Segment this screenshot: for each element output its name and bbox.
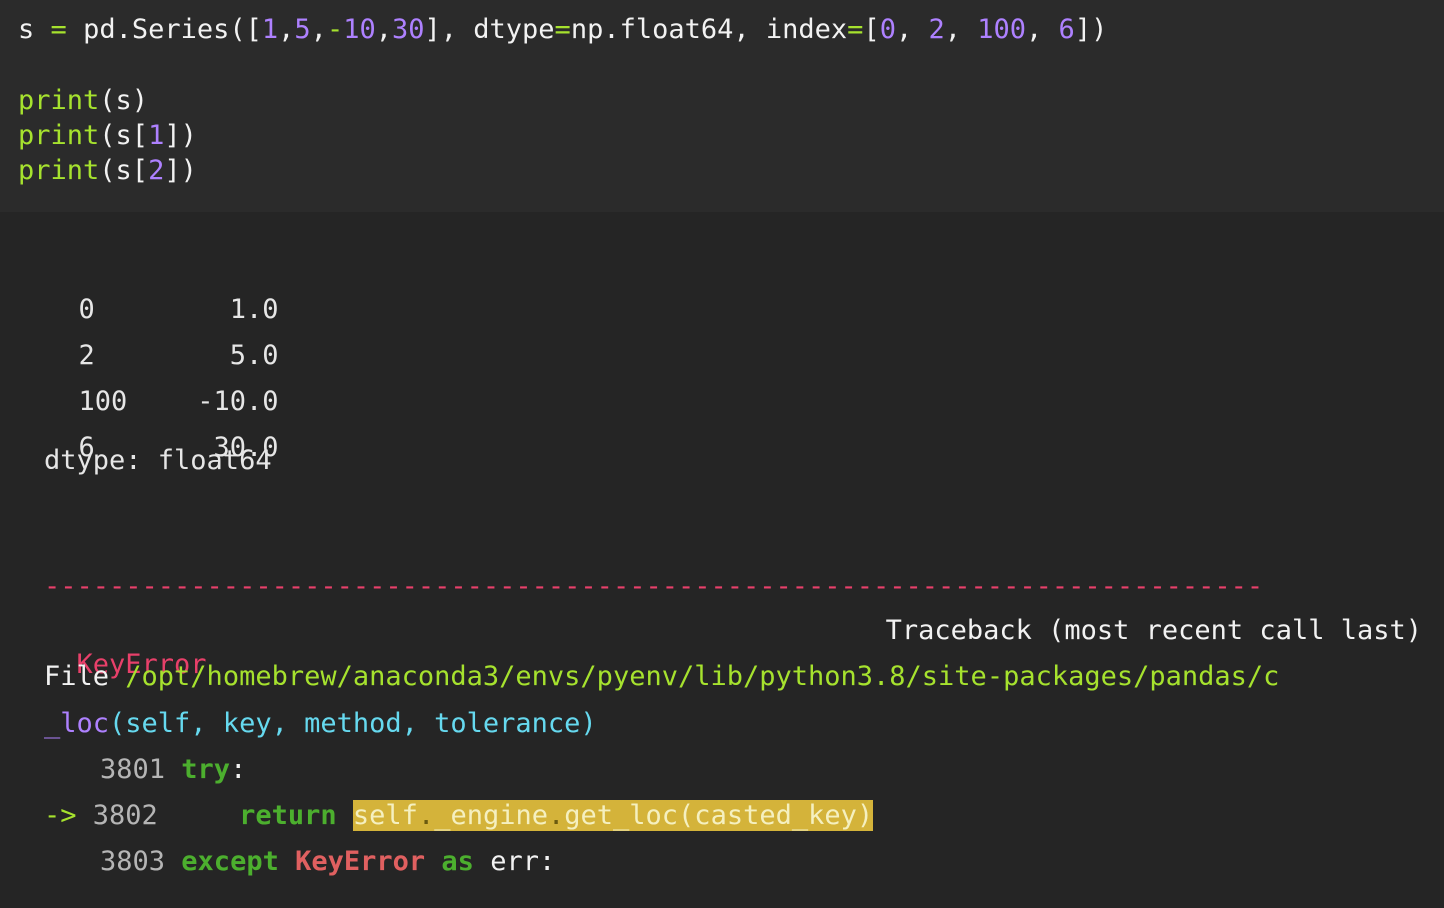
code-token: , xyxy=(944,14,978,45)
code-token: print xyxy=(18,155,100,186)
code-token: 5 xyxy=(294,14,311,45)
code-token: (s) xyxy=(99,85,149,116)
function-args: (self, key, method, tolerance) xyxy=(109,708,597,739)
code-token: 10 xyxy=(343,14,376,45)
code-token: get_loc(casted_key) xyxy=(564,800,874,831)
code-token: [ xyxy=(863,14,880,45)
source-line-3803: 3803 except KeyError as err: xyxy=(100,845,555,879)
code-token: , xyxy=(278,14,295,45)
code-token: ], dtype xyxy=(424,14,555,45)
code-cell[interactable]: s = pd.Series([1,5,-10,30], dtype=np.flo… xyxy=(0,0,1444,212)
code-line-4: print(s[2]) xyxy=(18,154,197,188)
code-token: (s[ xyxy=(99,120,149,151)
line-number: 3803 xyxy=(100,846,166,877)
traceback-header: Traceback (most recent call last) xyxy=(885,615,1422,646)
code-token: , xyxy=(375,14,392,45)
code-token: = xyxy=(50,14,67,45)
line-number: 3802 xyxy=(92,800,158,831)
code-token: 2 xyxy=(148,155,165,186)
code-token: = xyxy=(554,14,571,45)
code-token: , xyxy=(1026,14,1059,45)
line-number: 3801 xyxy=(100,754,166,785)
code-token: np.float64, index xyxy=(570,14,848,45)
code-token: (s[ xyxy=(99,155,149,186)
file-path-link[interactable]: /opt/homebrew/anaconda3/envs/pyenv/lib/p… xyxy=(125,661,1279,692)
code-token: _engine xyxy=(434,800,548,831)
code-token: print xyxy=(18,120,100,151)
code-token: return xyxy=(239,800,337,831)
code-token: print xyxy=(18,85,100,116)
code-token: 30 xyxy=(391,14,425,45)
code-token: self xyxy=(352,800,418,831)
code-token: , xyxy=(895,14,929,45)
code-line-2: print(s) xyxy=(18,84,148,118)
code-token: 6 xyxy=(1058,14,1075,45)
code-token: KeyError xyxy=(295,846,426,877)
code-token: 2 xyxy=(928,14,945,45)
file-label: File xyxy=(44,661,126,692)
code-token: 1 xyxy=(261,14,279,45)
code-token: ]) xyxy=(1074,14,1108,45)
code-token: . xyxy=(548,800,565,831)
code-token: ]) xyxy=(164,155,197,186)
code-line-3: print(s[1]) xyxy=(18,119,197,153)
source-line-3801: 3801 try: xyxy=(100,753,246,787)
traceback-file-line: File /opt/homebrew/anaconda3/envs/pyenv/… xyxy=(44,660,1444,694)
code-token: : xyxy=(230,754,247,785)
code-token: try xyxy=(181,754,231,785)
code-token: ]) xyxy=(164,120,197,151)
code-token: = xyxy=(847,14,864,45)
code-token: . xyxy=(417,800,435,831)
source-line-3802: -> 3802 return self._engine.get_loc(cast… xyxy=(44,799,874,833)
code-token: pd.Series([ xyxy=(83,14,262,45)
code-token: except xyxy=(181,846,279,877)
code-token: s xyxy=(18,14,35,45)
function-name: _loc xyxy=(44,708,110,739)
code-token: 1 xyxy=(148,120,165,151)
dtype-label: dtype: float64 xyxy=(44,445,272,476)
error-highlight: self._engine.get_loc(casted_key) xyxy=(352,800,874,831)
traceback-separator: ----------------------------------------… xyxy=(44,572,1264,602)
code-token: 0 xyxy=(879,14,896,45)
code-token: - xyxy=(326,14,344,45)
code-token: as xyxy=(441,846,474,877)
current-line-arrow: -> xyxy=(44,800,77,831)
code-token: 100 xyxy=(977,14,1027,45)
code-token: err: xyxy=(490,846,556,877)
code-line-1: s = pd.Series([1,5,-10,30], dtype=np.flo… xyxy=(18,13,1107,47)
traceback-function: _loc(self, key, method, tolerance) xyxy=(44,707,597,741)
code-token: , xyxy=(310,14,327,45)
